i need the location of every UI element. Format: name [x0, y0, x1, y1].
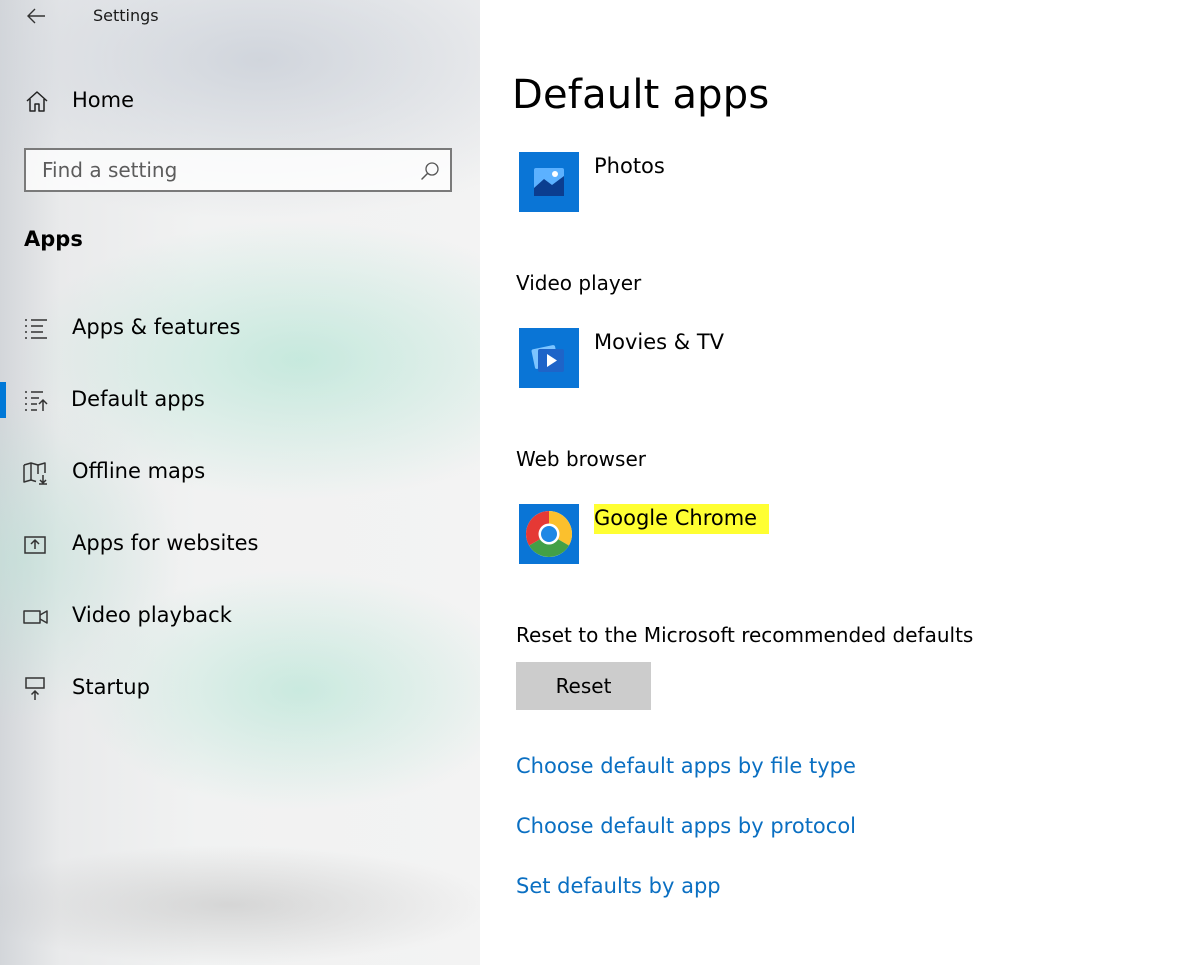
search-icon[interactable]: [420, 161, 440, 181]
app-tile: [519, 152, 579, 212]
window-title: Settings: [93, 6, 159, 25]
default-apps-icon: [25, 391, 48, 411]
web-browser-app-button[interactable]: Google Chrome: [519, 504, 919, 564]
movies-tv-icon: [531, 345, 564, 372]
photo-viewer-app-button[interactable]: Photos: [519, 152, 919, 212]
sidebar-item-label: Video playback: [72, 603, 232, 627]
app-name: Movies & TV: [594, 330, 725, 354]
app-name: Photos: [594, 154, 665, 178]
home-label: Home: [72, 88, 135, 112]
sidebar-nav: Apps & features Default apps Offline map…: [0, 293, 480, 725]
video-player-app-button[interactable]: Movies & TV: [519, 328, 919, 388]
home-nav-item[interactable]: Home: [0, 80, 480, 124]
selected-indicator: [0, 382, 6, 418]
sidebar-item-video-playback[interactable]: Video playback: [0, 581, 480, 653]
sidebar-item-label: Apps & features: [72, 315, 241, 339]
sidebar-item-label: Offline maps: [72, 459, 206, 483]
sidebar-item-startup[interactable]: Startup: [0, 653, 480, 725]
sidebar: Settings Home Apps: [0, 0, 480, 965]
sidebar-item-offline-maps[interactable]: Offline maps: [0, 437, 480, 509]
back-button[interactable]: [20, 2, 52, 30]
photos-icon: [534, 168, 564, 196]
choose-defaults-by-protocol-link[interactable]: Choose default apps by protocol: [516, 814, 856, 838]
page-title: Default apps: [512, 72, 770, 118]
back-arrow-icon: [27, 8, 45, 24]
sidebar-item-apps-features[interactable]: Apps & features: [0, 293, 480, 365]
set-defaults-by-app-link[interactable]: Set defaults by app: [516, 874, 721, 898]
web-browser-label: Web browser: [516, 447, 646, 471]
chrome-icon: [525, 511, 573, 558]
open-in-app-icon: [24, 536, 46, 554]
reset-label: Reset to the Microsoft recommended defau…: [516, 623, 974, 647]
main-content: Default apps Photos Video player Movies …: [480, 0, 1191, 965]
sidebar-item-default-apps[interactable]: Default apps: [0, 365, 480, 437]
section-title: Apps: [24, 227, 83, 251]
choose-defaults-by-file-type-link[interactable]: Choose default apps by file type: [516, 754, 856, 778]
search-box: [24, 148, 452, 192]
app-name: Google Chrome: [594, 504, 770, 534]
settings-window: Settings Home Apps: [0, 0, 1191, 965]
reset-button[interactable]: Reset: [516, 662, 651, 710]
home-icon: [26, 91, 48, 112]
sidebar-item-apps-for-websites[interactable]: Apps for websites: [0, 509, 480, 581]
search-input[interactable]: [26, 150, 422, 190]
title-bar: Settings: [0, 0, 480, 34]
app-name-highlighted: Google Chrome: [594, 504, 770, 534]
app-tile: [519, 504, 579, 564]
video-camera-icon: [23, 610, 48, 624]
map-download-icon: [23, 462, 47, 485]
startup-icon: [25, 677, 45, 700]
sidebar-item-label: Startup: [72, 675, 150, 699]
video-player-label: Video player: [516, 271, 642, 295]
sidebar-item-label: Apps for websites: [72, 531, 259, 555]
app-tile: [519, 328, 579, 388]
list-icon: [25, 319, 47, 339]
sidebar-item-label: Default apps: [71, 387, 205, 411]
